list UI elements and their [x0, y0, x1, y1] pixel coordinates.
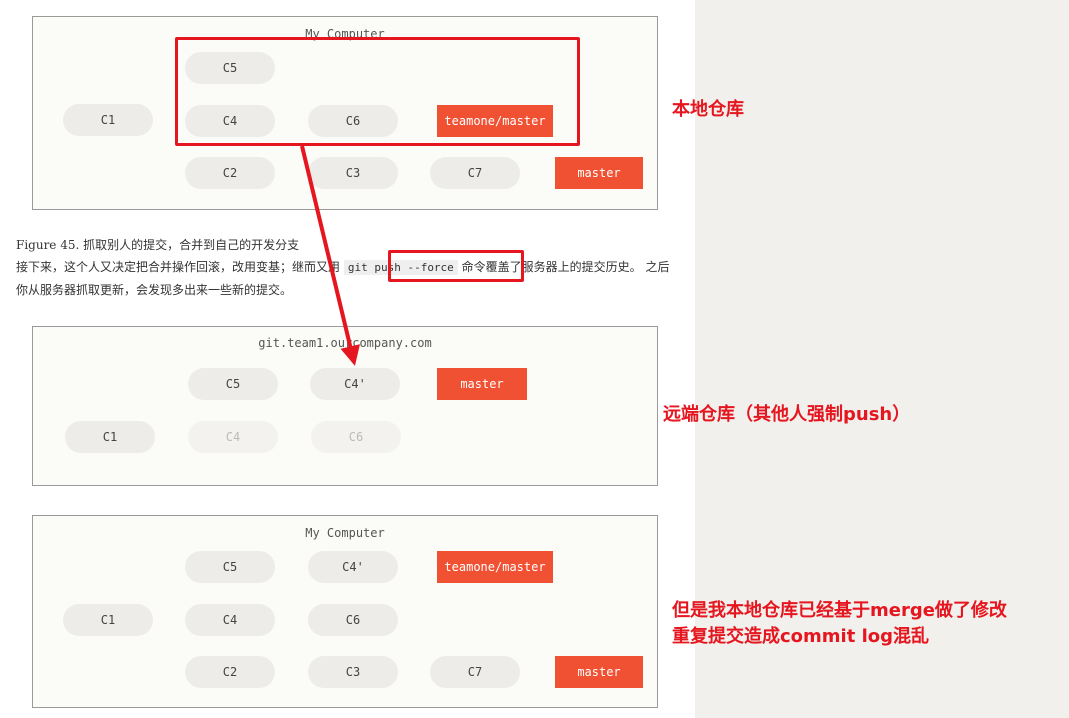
- annotation-remote-repo: 远端仓库（其他人强制push）: [663, 404, 911, 425]
- annotation-note-line1: 但是我本地仓库已经基于merge做了修改: [672, 600, 1007, 621]
- annotation-note-line2: 重复提交造成commit log混乱: [672, 626, 930, 647]
- annotation-note: 但是我本地仓库已经基于merge做了修改 重复提交造成commit log混乱: [672, 598, 1062, 650]
- annotation-arrow: [300, 145, 360, 366]
- annotation-local-repo: 本地仓库: [672, 99, 744, 120]
